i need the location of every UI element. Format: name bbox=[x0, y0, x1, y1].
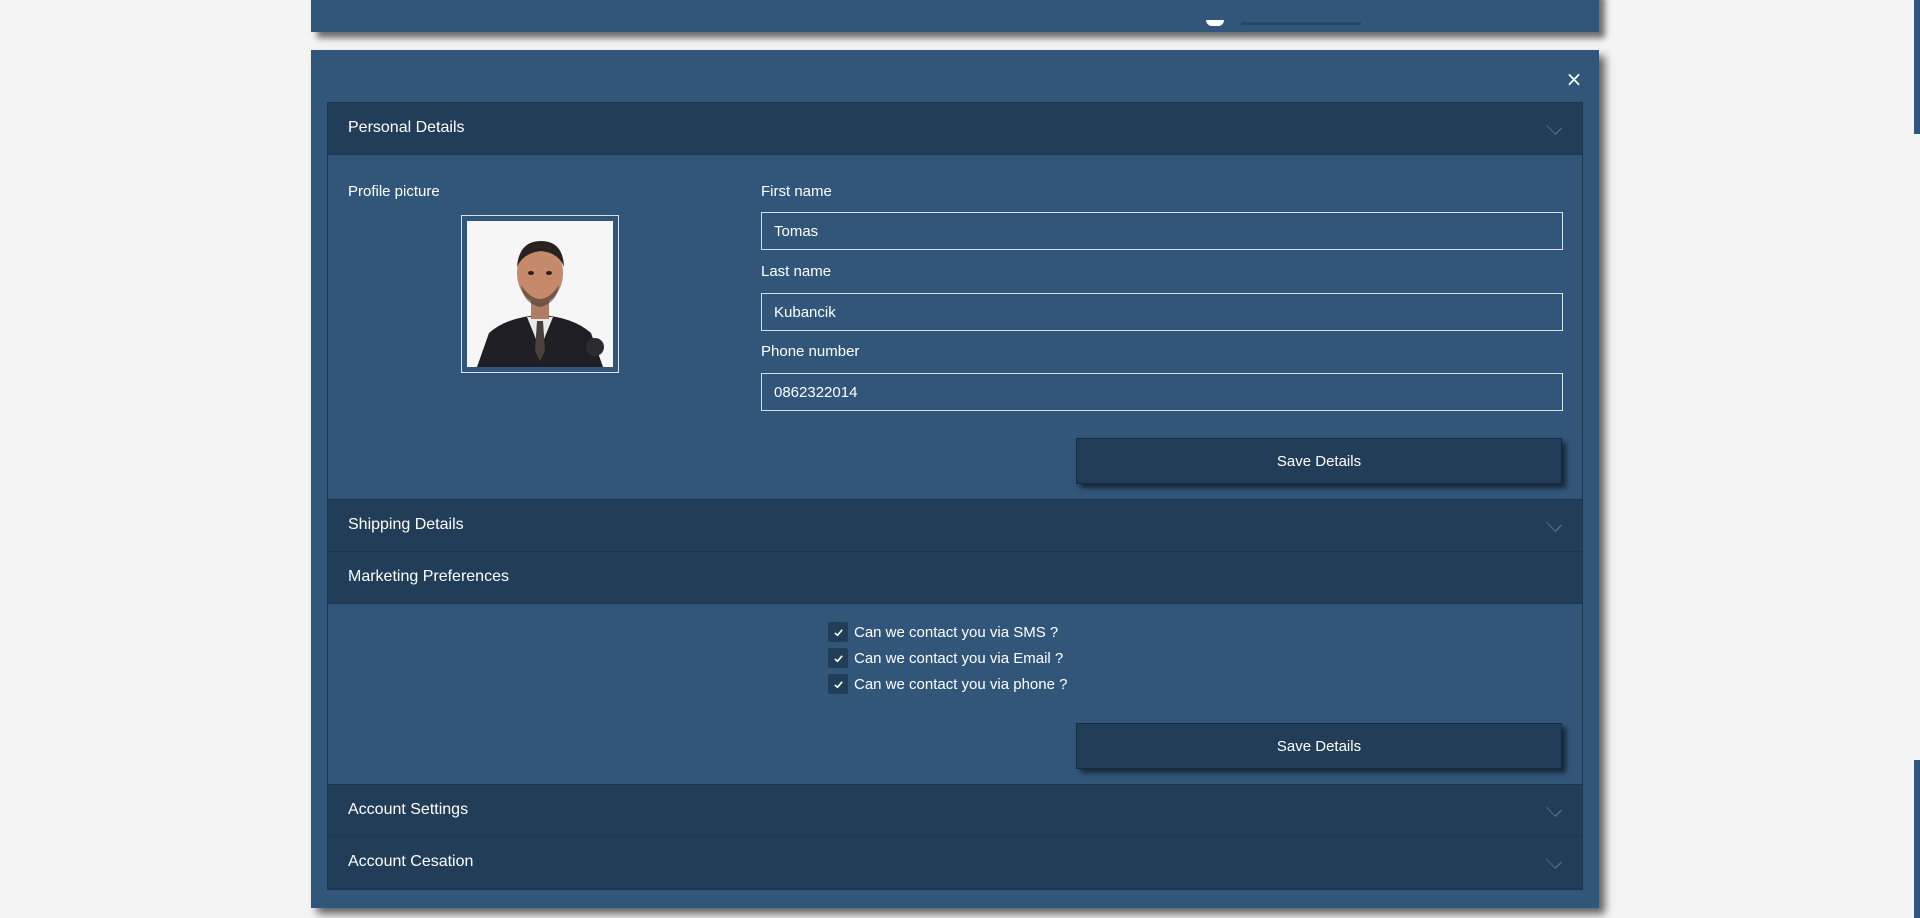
profile-picture[interactable] bbox=[461, 215, 619, 373]
page-scrollbar[interactable] bbox=[1908, 0, 1920, 918]
cut-off-heading-glyph bbox=[1206, 20, 1224, 26]
chevron-down-icon bbox=[1548, 121, 1560, 133]
email-consent-checkbox[interactable] bbox=[828, 648, 848, 668]
first-name-field[interactable] bbox=[761, 212, 1563, 250]
phone-consent-label: Can we contact you via phone ? bbox=[854, 675, 1068, 693]
last-name-label: Last name bbox=[761, 263, 832, 280]
marketing-preferences-header[interactable]: Marketing Preferences bbox=[328, 552, 1582, 604]
chevron-down-icon bbox=[1548, 803, 1560, 815]
phone-number-label: Phone number bbox=[761, 343, 860, 360]
last-name-field[interactable] bbox=[761, 293, 1563, 331]
account-cessation-title: Account Cesation bbox=[348, 853, 474, 870]
personal-details-header[interactable]: Personal Details bbox=[328, 103, 1582, 155]
chevron-down-icon bbox=[1548, 518, 1560, 530]
check-icon bbox=[833, 680, 843, 688]
marketing-preferences-body: Can we contact you via SMS ? Can we cont… bbox=[328, 604, 1582, 785]
save-personal-details-button[interactable]: Save Details bbox=[1076, 438, 1562, 484]
phone-consent-checkbox[interactable] bbox=[828, 674, 848, 694]
close-button[interactable]: × bbox=[1563, 67, 1585, 91]
sms-consent-checkbox[interactable] bbox=[828, 622, 848, 642]
profile-modal: × Personal Details Profile picture First… bbox=[311, 50, 1599, 908]
profile-accordion: Personal Details Profile picture First n… bbox=[327, 102, 1583, 890]
personal-details-body: Profile picture First name Tomas Last na… bbox=[328, 155, 1582, 500]
account-settings-header[interactable]: Account Settings bbox=[328, 785, 1582, 837]
marketing-preferences-title: Marketing Preferences bbox=[348, 568, 509, 585]
top-panel bbox=[311, 0, 1599, 32]
account-cessation-header[interactable]: Account Cesation bbox=[328, 837, 1582, 889]
shipping-details-title: Shipping Details bbox=[348, 516, 464, 533]
email-consent-label: Can we contact you via Email ? bbox=[854, 649, 1064, 667]
chevron-down-icon bbox=[1548, 855, 1560, 867]
sms-consent-option[interactable]: Can we contact you via SMS ? bbox=[828, 622, 1058, 642]
check-icon bbox=[833, 628, 843, 636]
save-marketing-preferences-button[interactable]: Save Details bbox=[1076, 723, 1562, 769]
cut-off-heading-bar bbox=[1241, 22, 1361, 25]
account-settings-title: Account Settings bbox=[348, 801, 469, 818]
phone-number-field[interactable] bbox=[761, 373, 1563, 411]
close-icon: × bbox=[1565, 67, 1583, 91]
scrollbar-track-bottom bbox=[1914, 760, 1920, 918]
sms-consent-label: Can we contact you via SMS ? bbox=[854, 623, 1059, 641]
phone-consent-option[interactable]: Can we contact you via phone ? bbox=[828, 674, 1067, 694]
check-icon bbox=[833, 654, 843, 662]
shipping-details-header[interactable]: Shipping Details bbox=[328, 500, 1582, 552]
avatar bbox=[467, 221, 613, 367]
avatar-person-illustration bbox=[467, 221, 613, 367]
profile-picture-label: Profile picture bbox=[348, 183, 440, 200]
scrollbar-track-top bbox=[1914, 0, 1920, 134]
personal-details-title: Personal Details bbox=[348, 119, 465, 136]
email-consent-option[interactable]: Can we contact you via Email ? bbox=[828, 648, 1063, 668]
first-name-label: First name bbox=[761, 183, 832, 200]
